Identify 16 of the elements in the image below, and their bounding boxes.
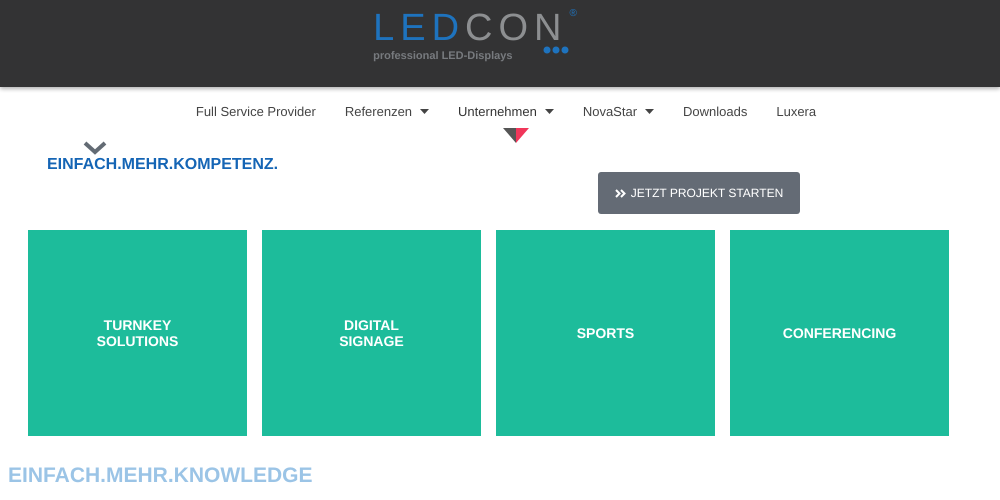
registered-mark: ® <box>570 8 577 19</box>
nav-link[interactable]: Full Service Provider <box>196 104 316 118</box>
chevron-down-icon <box>83 141 107 155</box>
logo-wordmark[interactable]: LED CON <box>373 8 568 48</box>
section-heading: EINFACH.MEHR.KOMPETENZ. <box>47 155 278 175</box>
start-project-button[interactable]: JETZT PROJEKT STARTEN <box>598 172 800 214</box>
nav-link[interactable]: Unternehmen <box>458 104 554 118</box>
double-chevron-icon <box>614 188 626 198</box>
logo-tagline: professional LED-Displays <box>373 50 514 62</box>
nav-link[interactable]: Referenzen <box>344 104 430 118</box>
section-heading: EINFACH.MEHR.KNOWLEDGE <box>8 464 314 488</box>
nav-link[interactable]: NovaStar <box>582 104 654 118</box>
nav-link[interactable]: Downloads <box>683 104 748 118</box>
dots-icon <box>542 46 569 54</box>
pointer-icon <box>502 128 529 142</box>
nav-link[interactable]: Luxera <box>776 104 816 118</box>
